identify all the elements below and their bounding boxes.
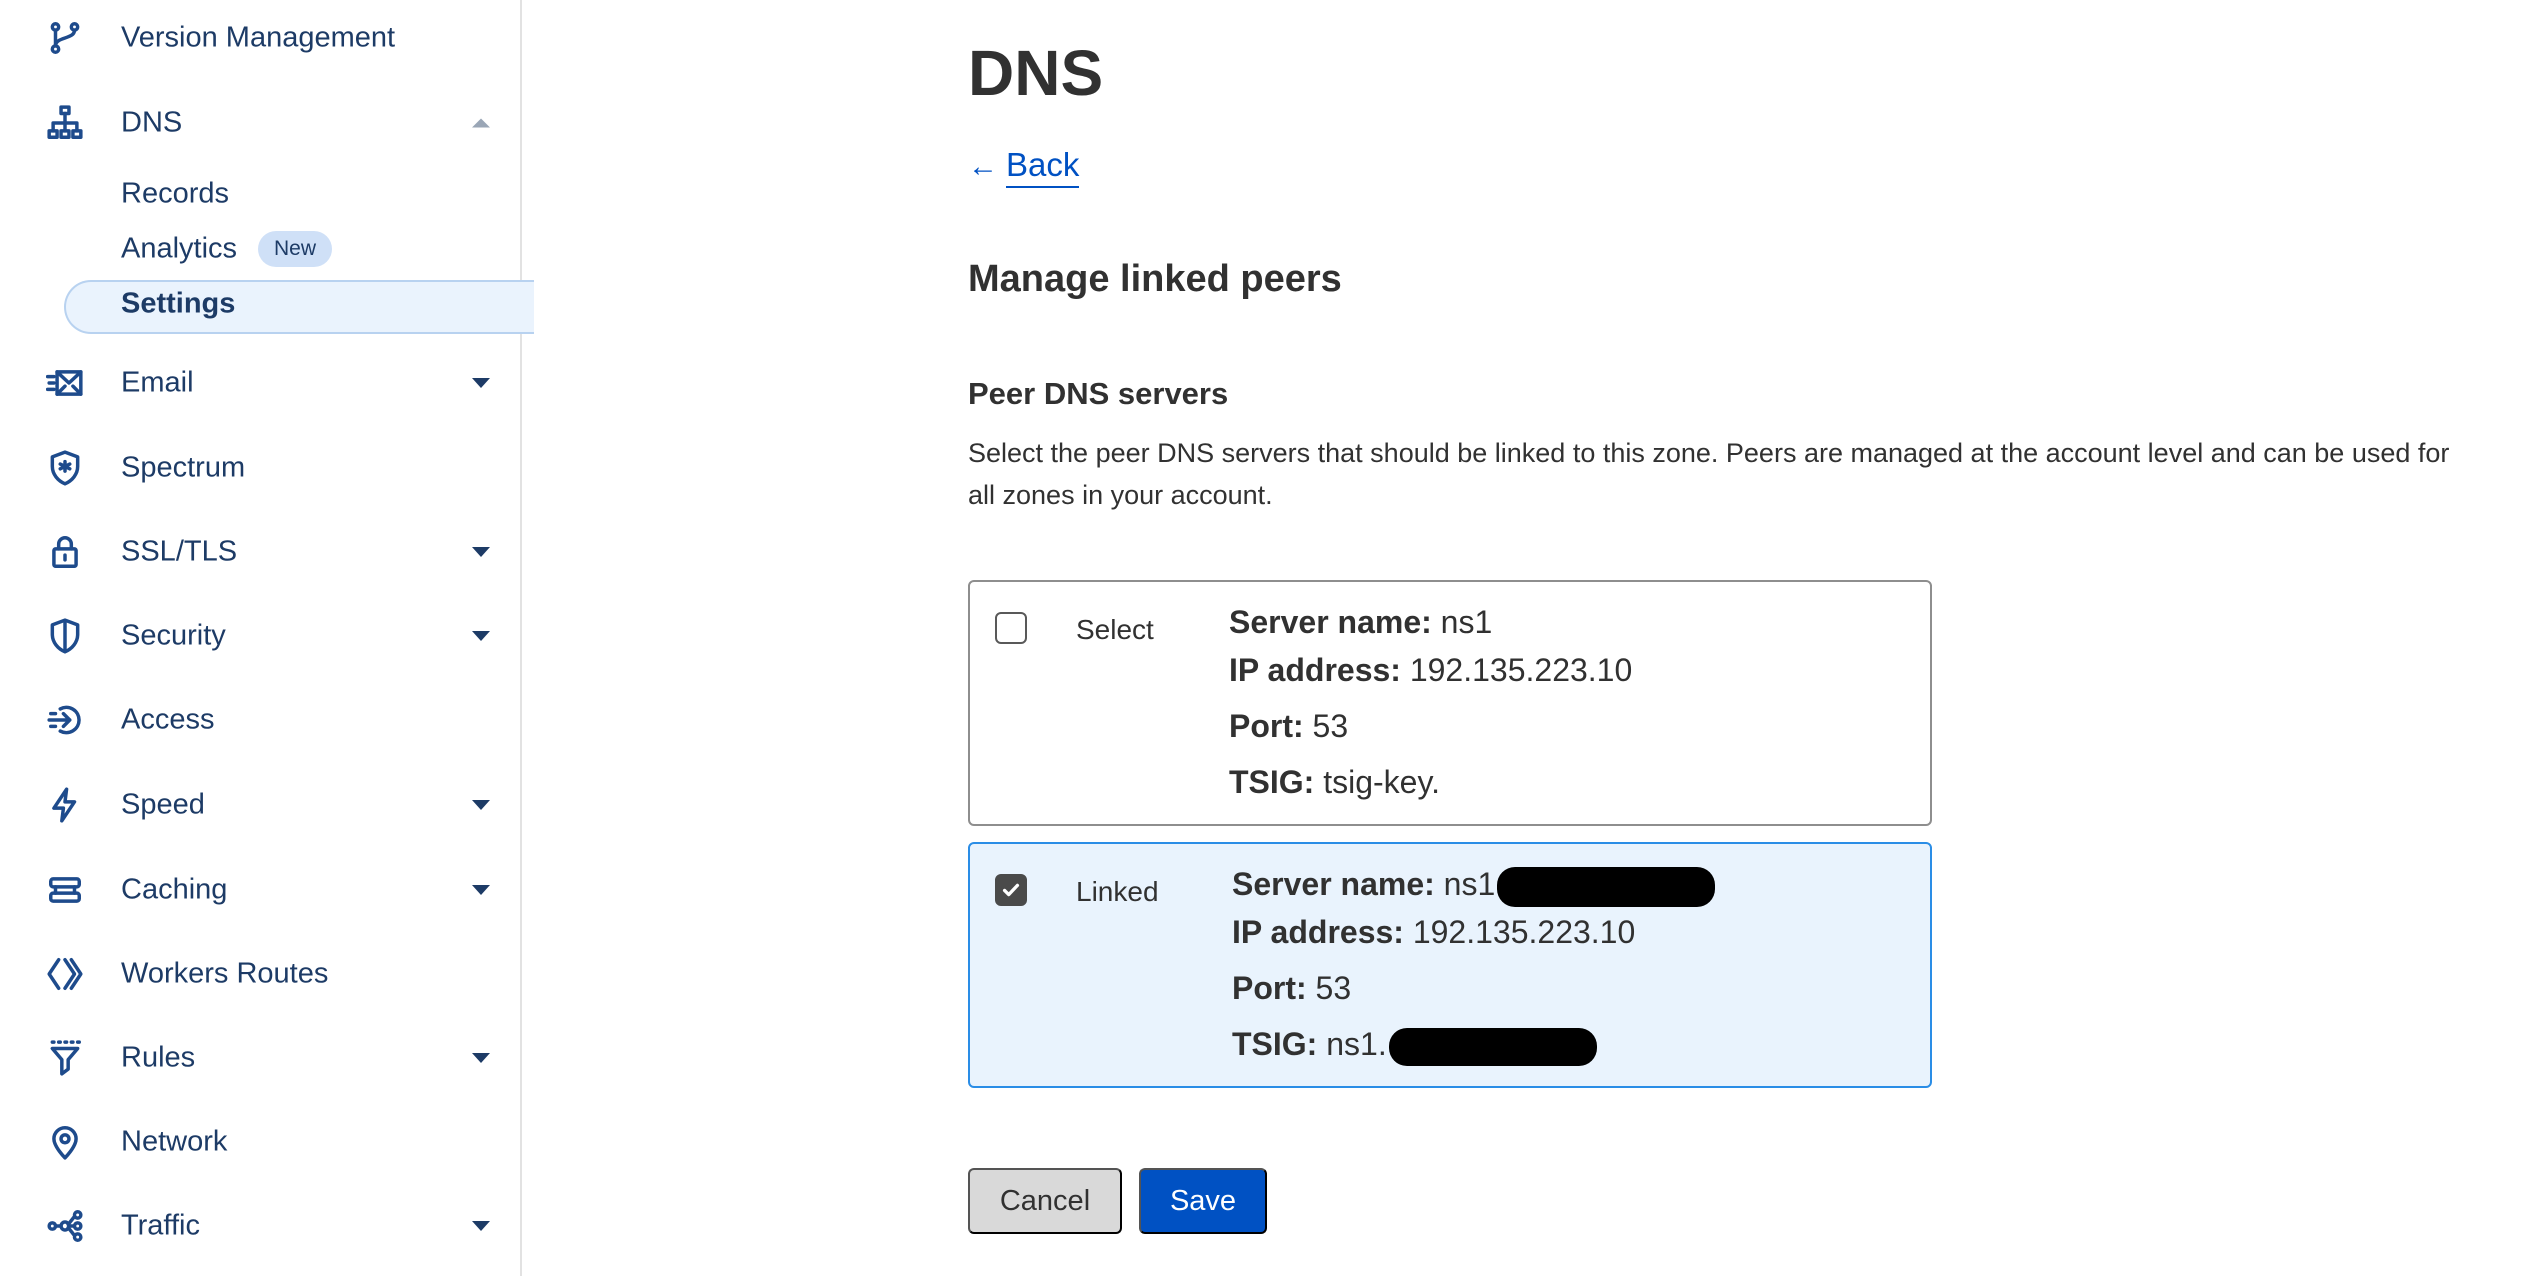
server-name-field: Server name: ns1 bbox=[1232, 866, 1716, 907]
sidebar-item-spectrum[interactable]: Spectrum bbox=[0, 438, 520, 498]
sidebar-item-traffic[interactable]: Traffic bbox=[0, 1196, 520, 1256]
main-content: DNS ← Back Manage linked peers Peer DNS … bbox=[522, 0, 2522, 1276]
sidebar-item-label: Email bbox=[121, 366, 194, 399]
peer-select-checkbox[interactable] bbox=[995, 874, 1027, 906]
ip-address-value: 192.135.223.10 bbox=[1409, 652, 1633, 688]
lock-icon bbox=[44, 531, 86, 573]
sidebar-item-label: Workers Routes bbox=[121, 957, 329, 990]
sidebar-item-label: Caching bbox=[121, 873, 228, 906]
email-icon bbox=[44, 362, 86, 404]
server-name-field: Server name: ns1 bbox=[1229, 604, 1492, 641]
tsig-field: TSIG: ns1. bbox=[1232, 1026, 1597, 1066]
port-field: Port: 53 bbox=[1229, 708, 1348, 745]
sidebar-subitem-label: Settings bbox=[121, 287, 236, 320]
back-link-label: Back bbox=[1006, 146, 1080, 188]
server-stack-icon bbox=[44, 869, 86, 911]
sidebar-item-dns[interactable]: DNS bbox=[0, 93, 520, 153]
server-name-value: ns1 bbox=[1440, 604, 1493, 640]
peer-dns-servers-description: Select the peer DNS servers that should … bbox=[968, 438, 2450, 510]
back-link[interactable]: ← Back bbox=[968, 146, 1080, 188]
funnel-icon bbox=[44, 1037, 86, 1079]
sidebar-item-network[interactable]: Network bbox=[0, 1112, 520, 1172]
sidebar-subitem-label: Analytics bbox=[121, 232, 238, 265]
cancel-button[interactable]: Cancel bbox=[968, 1168, 1122, 1234]
sidebar-item-label: SSL/TLS bbox=[121, 535, 238, 568]
sidebar-subitem-records[interactable]: Records bbox=[0, 167, 520, 221]
ip-address-label: IP address: bbox=[1229, 652, 1401, 688]
sidebar-item-workers-routes[interactable]: Workers Routes bbox=[0, 944, 520, 1004]
ip-address-field: IP address: 192.135.223.10 bbox=[1229, 652, 1632, 689]
traffic-routing-icon bbox=[44, 1205, 86, 1247]
sidebar-item-label: Version Management bbox=[121, 21, 396, 54]
sidebar-item-ssl-tls[interactable]: SSL/TLS bbox=[0, 522, 520, 582]
sidebar-item-caching[interactable]: Caching bbox=[0, 860, 520, 920]
peer-state-label: Select bbox=[1076, 614, 1154, 645]
server-name-label: Server name: bbox=[1229, 604, 1432, 640]
sidebar-item-label: DNS bbox=[121, 106, 183, 139]
branch-icon bbox=[44, 17, 86, 59]
login-arrow-icon bbox=[44, 699, 86, 741]
chevron-down-icon[interactable] bbox=[472, 547, 490, 557]
peer-state-label: Linked bbox=[1076, 876, 1159, 907]
sidebar-subitem-analytics[interactable]: Analytics New bbox=[0, 222, 520, 276]
sidebar-subitem-settings[interactable]: Settings bbox=[0, 277, 534, 334]
chevron-down-icon[interactable] bbox=[472, 378, 490, 388]
port-field: Port: 53 bbox=[1232, 970, 1351, 1007]
peer-dns-servers-title: Peer DNS servers bbox=[968, 376, 1229, 411]
tsig-field: TSIG: tsig-key. bbox=[1229, 764, 1440, 801]
workers-icon bbox=[44, 953, 86, 995]
sidebar-item-label: Access bbox=[121, 703, 215, 736]
ip-address-label: IP address: bbox=[1232, 914, 1404, 950]
section-title: Manage linked peers bbox=[968, 258, 1342, 300]
sidebar-item-access[interactable]: Access bbox=[0, 690, 520, 750]
sidebar: Version Management DNS Records Analytics… bbox=[0, 0, 534, 1276]
tsig-label: TSIG: bbox=[1229, 764, 1315, 800]
sitemap-icon bbox=[44, 102, 86, 144]
shield-icon bbox=[44, 615, 86, 657]
sidebar-item-version-management[interactable]: Version Management bbox=[0, 8, 520, 68]
chevron-up-icon[interactable] bbox=[472, 118, 490, 128]
redaction-block bbox=[1497, 866, 1716, 907]
sidebar-item-label: Network bbox=[121, 1125, 228, 1158]
peer-select-checkbox[interactable] bbox=[995, 612, 1027, 644]
sidebar-subitem-label: Records bbox=[121, 177, 229, 210]
sidebar-item-label: Rules bbox=[121, 1041, 196, 1074]
shield-star-icon bbox=[44, 447, 86, 489]
new-badge: New bbox=[258, 231, 333, 267]
chevron-down-icon[interactable] bbox=[472, 885, 490, 895]
port-label: Port: bbox=[1232, 970, 1307, 1006]
ip-address-value: 192.135.223.10 bbox=[1412, 914, 1636, 950]
chevron-down-icon[interactable] bbox=[472, 1221, 490, 1231]
port-label: Port: bbox=[1229, 708, 1304, 744]
sidebar-item-rules[interactable]: Rules bbox=[0, 1028, 520, 1088]
tsig-value: tsig-key. bbox=[1323, 764, 1440, 800]
chevron-down-icon[interactable] bbox=[472, 800, 490, 810]
port-value: 53 bbox=[1315, 970, 1352, 1006]
sidebar-item-label: Security bbox=[121, 619, 226, 652]
sidebar-item-speed[interactable]: Speed bbox=[0, 775, 520, 835]
server-name-value: ns1 bbox=[1443, 866, 1496, 902]
peer-card[interactable]: Select Server name: ns1 IP address: 192.… bbox=[968, 580, 1932, 826]
sidebar-item-email[interactable]: Email bbox=[0, 353, 520, 413]
server-name-label: Server name: bbox=[1232, 866, 1435, 902]
redaction-block bbox=[1388, 1027, 1597, 1066]
tsig-label: TSIG: bbox=[1232, 1026, 1318, 1062]
tsig-value: ns1. bbox=[1326, 1026, 1387, 1062]
checkmark-icon bbox=[1002, 883, 1020, 897]
chevron-down-icon[interactable] bbox=[472, 1053, 490, 1063]
page-title: DNS bbox=[968, 37, 1104, 109]
port-value: 53 bbox=[1312, 708, 1349, 744]
ip-address-field: IP address: 192.135.223.10 bbox=[1232, 914, 1635, 951]
peer-card-linked[interactable]: Linked Server name: ns1 IP address: 192.… bbox=[968, 842, 1932, 1088]
sidebar-item-label: Spectrum bbox=[121, 451, 246, 484]
location-pin-icon bbox=[44, 1121, 86, 1163]
chevron-down-icon[interactable] bbox=[472, 631, 490, 641]
arrow-left-icon: ← bbox=[968, 150, 998, 183]
lightning-icon bbox=[44, 784, 86, 826]
sidebar-item-label: Speed bbox=[121, 788, 205, 821]
sidebar-item-security[interactable]: Security bbox=[0, 606, 520, 666]
sidebar-item-label: Traffic bbox=[121, 1209, 200, 1242]
save-button[interactable]: Save bbox=[1139, 1168, 1267, 1234]
